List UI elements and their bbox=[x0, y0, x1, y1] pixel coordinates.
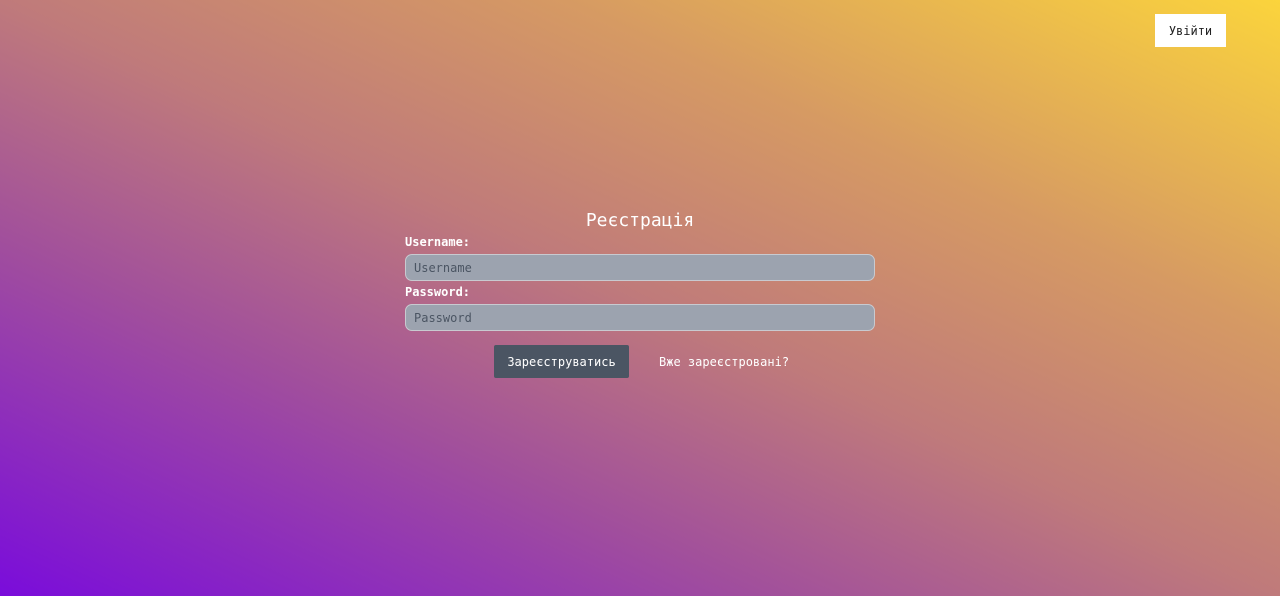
username-label: Username: bbox=[405, 235, 471, 249]
form-actions: Зареєструватись Вже зареєстровані? bbox=[405, 345, 875, 378]
page-title: Реєстрація bbox=[585, 210, 695, 231]
password-input[interactable] bbox=[405, 304, 875, 331]
username-input[interactable] bbox=[405, 254, 875, 281]
password-label: Password: bbox=[405, 285, 471, 299]
login-button[interactable]: Увійти bbox=[1155, 14, 1226, 47]
register-button[interactable]: Зареєструватись bbox=[494, 345, 629, 378]
already-registered-link[interactable]: Вже зареєстровані? bbox=[659, 355, 789, 369]
registration-form: Реєстрація Username: Password: Зареєстру… bbox=[405, 208, 875, 378]
